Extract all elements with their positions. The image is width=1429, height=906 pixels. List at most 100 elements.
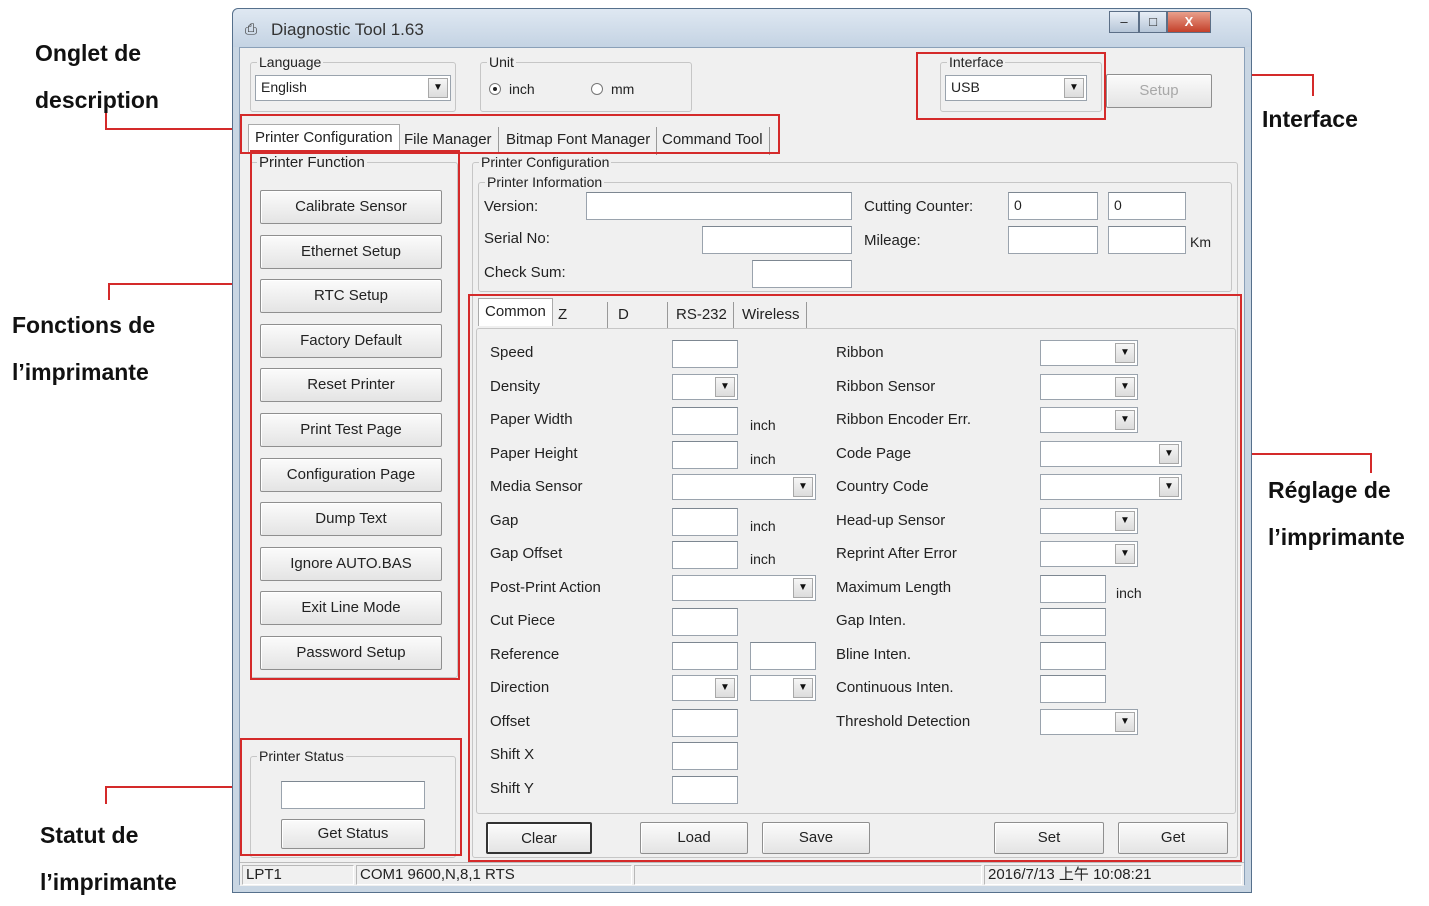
printer-function-button-7[interactable]: Dump Text: [260, 502, 442, 537]
field-label: Paper Height: [490, 444, 578, 462]
field-input[interactable]: [1040, 574, 1106, 603]
chevron-down-icon[interactable]: ▼: [1115, 510, 1135, 531]
field-input[interactable]: [750, 641, 816, 670]
field-input[interactable]: [672, 340, 738, 368]
printer-function-button-2[interactable]: RTC Setup: [260, 279, 442, 314]
chevron-down-icon[interactable]: ▼: [1159, 443, 1179, 464]
field-select[interactable]: ▼: [1040, 541, 1138, 567]
chevron-down-icon[interactable]: ▼: [715, 376, 735, 397]
annotation-connector: [105, 128, 243, 130]
language-select[interactable]: English ▼: [255, 75, 451, 101]
field-select[interactable]: ▼: [672, 574, 816, 601]
clear-button[interactable]: Clear: [486, 822, 592, 854]
interface-select[interactable]: USB ▼: [945, 75, 1087, 101]
annotation-connector: [105, 786, 240, 788]
status-port: LPT1: [242, 865, 354, 885]
chevron-down-icon[interactable]: ▼: [1115, 343, 1135, 363]
unit-mm-radio[interactable]: mm: [591, 81, 634, 97]
minimize-button[interactable]: –: [1109, 11, 1139, 33]
maximize-button[interactable]: □: [1139, 11, 1167, 33]
field-input[interactable]: [672, 541, 738, 569]
field-input[interactable]: [1040, 675, 1106, 703]
cutting-counter-field-1: 0: [1008, 192, 1098, 220]
field-input[interactable]: [672, 507, 738, 536]
field-label: Continuous Inten.: [836, 679, 954, 696]
field-select[interactable]: ▼: [750, 675, 816, 701]
subtab-rs232[interactable]: RS-232: [670, 302, 734, 330]
field-select[interactable]: ▼: [672, 373, 738, 400]
field-input[interactable]: [1040, 641, 1106, 670]
save-button[interactable]: Save: [762, 822, 870, 854]
chevron-down-icon[interactable]: ▼: [715, 678, 735, 698]
printer-function-button-0[interactable]: Calibrate Sensor: [260, 190, 442, 224]
printer-function-button-4[interactable]: Reset Printer: [260, 368, 442, 403]
get-status-button[interactable]: Get Status: [281, 819, 425, 849]
chevron-down-icon[interactable]: ▼: [793, 477, 813, 497]
subtab-d[interactable]: D: [612, 302, 668, 330]
printer-function-button-9[interactable]: Exit Line Mode: [260, 591, 442, 626]
field-select[interactable]: ▼: [1040, 340, 1138, 366]
field-select[interactable]: ▼: [1040, 407, 1138, 433]
field-input[interactable]: [672, 708, 738, 737]
tab-file-manager[interactable]: File Manager: [398, 127, 499, 155]
field-select[interactable]: ▼: [1040, 474, 1182, 500]
field-select[interactable]: ▼: [672, 675, 738, 701]
field-unit: inch: [750, 450, 776, 467]
field-select[interactable]: ▼: [672, 474, 816, 500]
setup-button[interactable]: Setup: [1106, 74, 1212, 108]
cutting-counter-label: Cutting Counter:: [864, 198, 974, 215]
radio-selected-icon: [489, 83, 501, 95]
chevron-down-icon[interactable]: ▼: [1115, 711, 1135, 732]
field-select[interactable]: ▼: [1040, 373, 1138, 400]
serial-label: Serial No:: [484, 230, 550, 247]
field-input[interactable]: [672, 641, 738, 670]
tab-command-tool[interactable]: Command Tool: [656, 127, 770, 155]
printer-function-button-8[interactable]: Ignore AUTO.BAS: [260, 546, 442, 581]
subtab-wireless[interactable]: Wireless: [736, 302, 807, 330]
printer-function-button-6[interactable]: Configuration Page: [260, 457, 442, 492]
field-input[interactable]: [672, 608, 738, 636]
tab-bitmap-font-manager[interactable]: Bitmap Font Manager: [500, 127, 658, 155]
set-button[interactable]: Set: [994, 822, 1104, 854]
field-select[interactable]: ▼: [1040, 507, 1138, 534]
field-label: Density: [490, 377, 541, 395]
field-label: Media Sensor: [490, 478, 583, 495]
field-input[interactable]: [672, 775, 738, 804]
printer-function-button-1[interactable]: Ethernet Setup: [260, 234, 442, 269]
tab-printer-configuration[interactable]: Printer Configuration: [248, 124, 400, 152]
field-input[interactable]: [1040, 608, 1106, 636]
chevron-down-icon[interactable]: ▼: [1115, 544, 1135, 564]
chevron-down-icon[interactable]: ▼: [1064, 78, 1084, 98]
subtab-z[interactable]: Z: [552, 302, 608, 330]
chevron-down-icon[interactable]: ▼: [428, 78, 448, 98]
field-input[interactable]: [672, 742, 738, 770]
chevron-down-icon[interactable]: ▼: [1115, 376, 1135, 397]
get-button[interactable]: Get: [1118, 822, 1228, 854]
field-input[interactable]: [672, 440, 738, 469]
printer-function-button-10[interactable]: Password Setup: [260, 636, 442, 670]
chevron-down-icon[interactable]: ▼: [793, 678, 813, 698]
title-bar[interactable]: ⎙ Diagnostic Tool 1.63 – □ X: [233, 9, 1251, 47]
status-middle: [634, 865, 982, 885]
chevron-down-icon[interactable]: ▼: [1159, 477, 1179, 497]
annotation-line: l’imprimante: [40, 869, 177, 895]
field-select[interactable]: ▼: [1040, 440, 1182, 467]
field-label: Gap Offset: [490, 545, 563, 562]
load-button[interactable]: Load: [640, 822, 748, 854]
annotation-tab-description: Onglet de description: [35, 30, 159, 124]
printer-function-button-5[interactable]: Print Test Page: [260, 413, 442, 447]
field-label: Code Page: [836, 444, 912, 462]
diagnostic-tool-window: ⎙ Diagnostic Tool 1.63 – □ X Language En…: [232, 8, 1252, 893]
field-select[interactable]: ▼: [1040, 708, 1138, 735]
field-input[interactable]: [672, 407, 738, 435]
close-button[interactable]: X: [1167, 11, 1211, 33]
mileage-unit: Km: [1190, 234, 1211, 250]
field-unit: inch: [750, 551, 776, 567]
field-label: Shift Y: [490, 779, 534, 797]
chevron-down-icon[interactable]: ▼: [1115, 410, 1135, 430]
chevron-down-icon[interactable]: ▼: [793, 577, 813, 598]
printer-function-button-3[interactable]: Factory Default: [260, 323, 442, 358]
unit-inch-radio[interactable]: inch: [489, 81, 535, 97]
subtab-common[interactable]: Common: [478, 298, 553, 326]
field-label: Country Code: [836, 478, 929, 495]
